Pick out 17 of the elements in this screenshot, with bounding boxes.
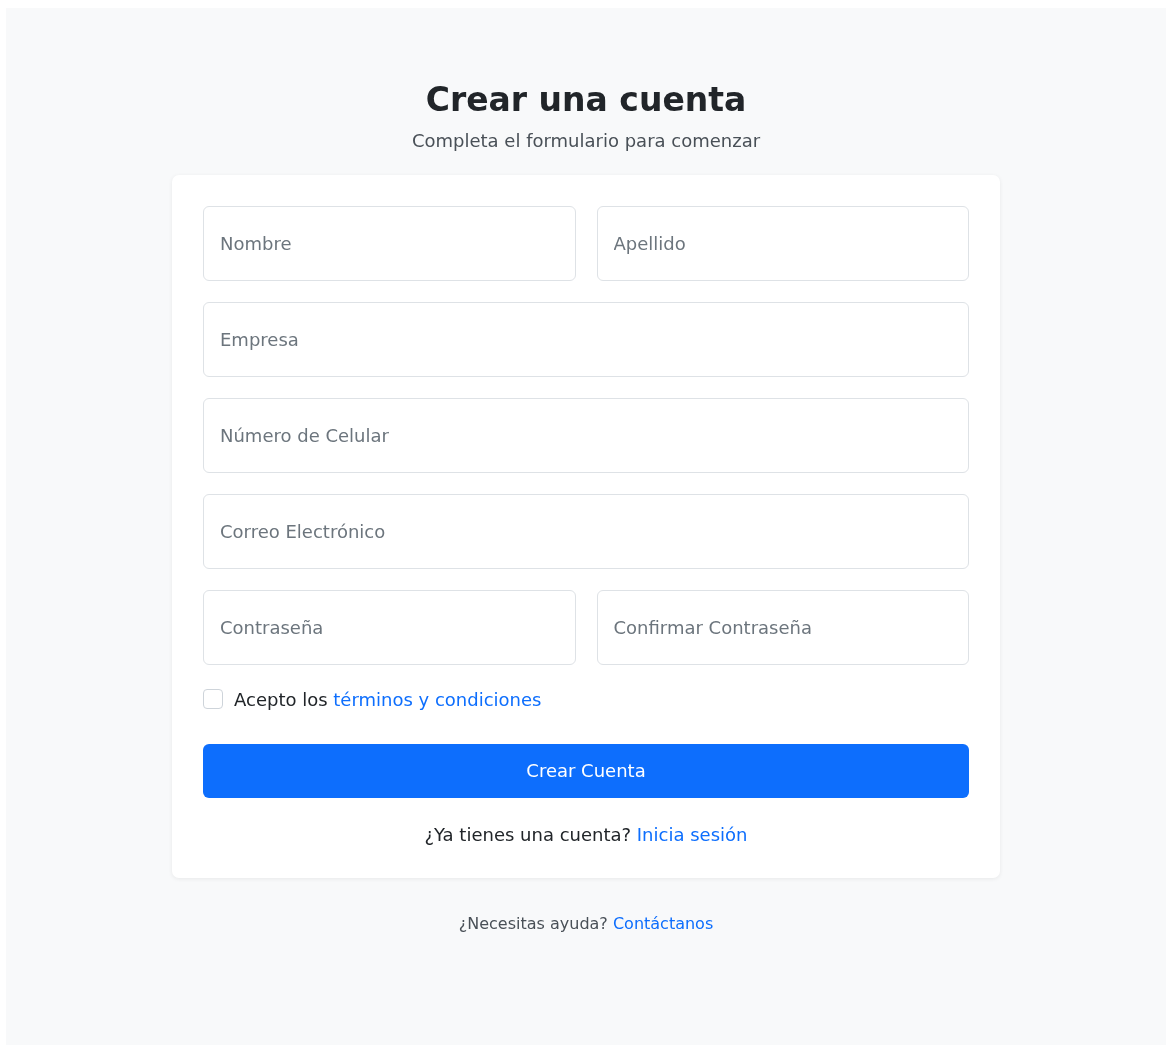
login-link[interactable]: Inicia sesión — [636, 823, 748, 845]
page-subtitle: Completa el formulario para comenzar — [411, 129, 761, 151]
login-prompt: ¿Ya tienes una cuenta? Inicia sesión — [423, 823, 749, 845]
text-field[interactable]: Número de Celular — [203, 397, 969, 473]
page-title: Crear una cuenta — [425, 80, 747, 120]
text-field[interactable]: Contraseña — [203, 589, 576, 665]
text-field[interactable]: Apellido — [596, 205, 969, 281]
terms-checkbox[interactable] — [203, 689, 223, 710]
contact-link[interactable]: Contáctanos — [612, 913, 714, 933]
terms-text: Acepto los términos y condiciones — [234, 688, 542, 710]
text-field[interactable]: Empresa — [203, 301, 969, 377]
text-field[interactable]: Confirmar Contraseña — [596, 589, 969, 665]
text-field[interactable]: Nombre — [203, 205, 576, 281]
help-text: ¿Necesitas ayuda? Contáctanos — [457, 913, 715, 933]
terms-link[interactable]: términos y condiciones — [333, 688, 542, 710]
create-account-button[interactable]: Crear Cuenta — [203, 743, 969, 798]
text-field[interactable]: Correo Electrónico — [203, 493, 969, 569]
